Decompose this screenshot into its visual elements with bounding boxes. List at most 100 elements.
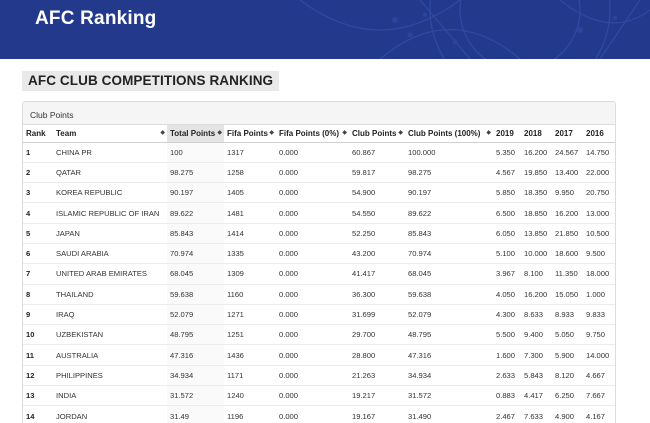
table-cell: 4.050 — [493, 284, 521, 305]
team-cell: JAPAN — [53, 223, 167, 244]
table-cell: 8.100 — [521, 263, 552, 285]
table-row: 11 AUSTRALIA 47.316 1436 0.000 28.800 47.316 1.… — [23, 344, 615, 366]
rank-cell: 14 — [23, 405, 53, 423]
col-header-fifa-points[interactable]: Fifa Points ◆ — [224, 125, 276, 143]
table-cell: 2.467 — [493, 405, 521, 423]
table-row: 8 THAILAND 59.638 1160 0.000 36.300 59.638 4.05… — [23, 284, 615, 305]
col-header-club-points-100[interactable]: Club Points (100%) ◆ — [405, 125, 493, 143]
team-cell: UNITED ARAB EMIRATES — [53, 263, 167, 285]
table-cell: 0.000 — [276, 142, 349, 163]
table-cell: 59.817 — [349, 162, 405, 184]
rank-cell: 6 — [23, 243, 53, 265]
table-cell: 13.400 — [552, 162, 583, 184]
col-header-total-points[interactable]: Total Points ◆ — [167, 125, 224, 143]
table-cell: 2.633 — [493, 365, 521, 387]
table-cell: 5.350 — [493, 142, 521, 163]
table-cell: 47.316 — [167, 344, 224, 366]
rank-cell: 9 — [23, 304, 53, 326]
table-cell: 0.000 — [276, 284, 349, 305]
col-header-club-points[interactable]: Club Points ◆ — [349, 125, 405, 143]
table-cell: 8.633 — [521, 304, 552, 326]
table-cell: 31.49 — [167, 405, 224, 423]
table-cell: 31.572 — [167, 385, 224, 407]
table-cell: 1405 — [224, 182, 276, 204]
rank-cell: 8 — [23, 284, 53, 305]
table-cell: 0.000 — [276, 202, 349, 224]
table-cell: 43.200 — [349, 243, 405, 265]
team-cell: KOREA REPUBLIC — [53, 182, 167, 204]
table-cell: 1251 — [224, 324, 276, 346]
table-cell: 14.750 — [583, 142, 615, 163]
table-cell: 4.300 — [493, 304, 521, 326]
table-cell: 1171 — [224, 365, 276, 387]
table-row: 14 JORDAN 31.49 1196 0.000 19.167 31.490 2.467 7… — [23, 405, 615, 423]
team-cell: QATAR — [53, 162, 167, 184]
team-cell: CHINA PR — [53, 142, 167, 163]
table-cell: 48.795 — [405, 324, 493, 346]
table-cell: 1196 — [224, 405, 276, 423]
table-cell: 54.550 — [349, 202, 405, 224]
table-cell: 0.000 — [276, 304, 349, 326]
table-cell: 1258 — [224, 162, 276, 184]
team-cell: AUSTRALIA — [53, 344, 167, 366]
sort-icon: ◆ — [217, 130, 222, 136]
table-cell: 24.567 — [552, 142, 583, 163]
col-header-2018[interactable]: 2018 — [521, 125, 552, 143]
col-header-2016[interactable]: 2016 — [583, 125, 615, 143]
table-row: 7 UNITED ARAB EMIRATES 68.045 1309 0.000 41.4… — [23, 263, 615, 285]
table-cell: 0.000 — [276, 223, 349, 244]
table-cell: 7.633 — [521, 405, 552, 423]
table-cell: 31.572 — [405, 385, 493, 407]
table-cell: 21.850 — [552, 223, 583, 244]
col-header-2017[interactable]: 2017 — [552, 125, 583, 143]
table-cell: 14.000 — [583, 344, 615, 366]
table-row: 1 CHINA PR 100 1317 0.000 60.867 100.000 5.350 1… — [23, 142, 615, 163]
table-cell: 1414 — [224, 223, 276, 244]
sort-icon: ◆ — [269, 130, 274, 136]
table-cell: 89.622 — [167, 202, 224, 224]
table-cell: 9.950 — [552, 182, 583, 204]
team-cell: ISLAMIC REPUBLIC OF IRAN — [53, 202, 167, 224]
table-cell: 28.800 — [349, 344, 405, 366]
table-cell: 21.263 — [349, 365, 405, 387]
table-cell: 59.638 — [405, 284, 493, 305]
team-cell: SAUDI ARABIA — [53, 243, 167, 265]
table-cell: 8.933 — [552, 304, 583, 326]
table-cell: 1.000 — [583, 284, 615, 305]
table-cell: 1160 — [224, 284, 276, 305]
col-header-rank[interactable]: Rank — [23, 125, 53, 143]
rank-cell: 1 — [23, 142, 53, 163]
team-cell: UZBEKISTAN — [53, 324, 167, 346]
team-cell: INDIA — [53, 385, 167, 407]
col-header-team[interactable]: Team ◆ — [53, 125, 167, 143]
rank-cell: 13 — [23, 385, 53, 407]
col-header-fifa-points-0[interactable]: Fifa Points (0%) ◆ — [276, 125, 349, 143]
table-header-row: Rank Team ◆ Total Points ◆ Fifa Points ◆ Fi… — [23, 125, 615, 143]
table-cell: 52.079 — [405, 304, 493, 326]
table-cell: 52.079 — [167, 304, 224, 326]
table-cell: 36.300 — [349, 284, 405, 305]
table-cell: 34.934 — [405, 365, 493, 387]
table-cell: 19.850 — [521, 162, 552, 184]
table-cell: 0.000 — [276, 162, 349, 184]
table-cell: 18.000 — [583, 263, 615, 285]
table-cell: 0.883 — [493, 385, 521, 407]
col-header-2019[interactable]: 2019 — [493, 125, 521, 143]
table-cell: 68.045 — [405, 263, 493, 285]
table-cell: 1317 — [224, 142, 276, 163]
club-points-panel: Club Points Rank Team ◆ Total Points ◆ Fif… — [22, 101, 616, 423]
section-title: AFC CLUB COMPETITIONS RANKING — [22, 71, 280, 91]
table-cell: 9.833 — [583, 304, 615, 326]
table-cell: 98.275 — [405, 162, 493, 184]
table-row: 3 KOREA REPUBLIC 90.197 1405 0.000 54.900 90.1… — [23, 182, 615, 204]
panel-title: Club Points — [23, 102, 615, 125]
table-cell: 18.850 — [521, 202, 552, 224]
table-cell: 31.699 — [349, 304, 405, 326]
table-cell: 9.400 — [521, 324, 552, 346]
rank-cell: 12 — [23, 365, 53, 387]
table-cell: 1335 — [224, 243, 276, 265]
table-cell: 90.197 — [167, 182, 224, 204]
table-row: 6 SAUDI ARABIA 70.974 1335 0.000 43.200 70.974… — [23, 243, 615, 265]
rank-cell: 2 — [23, 162, 53, 184]
table-cell: 18.350 — [521, 182, 552, 204]
